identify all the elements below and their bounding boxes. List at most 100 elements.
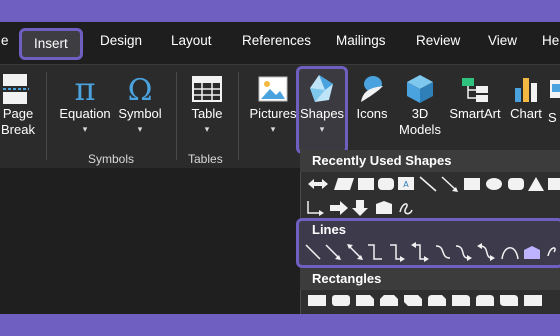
page-break-label-1: Page: [2, 106, 34, 121]
page-break-label-2: Break: [1, 122, 35, 137]
image-icon: [258, 76, 288, 102]
curved-connector-shape[interactable]: [435, 245, 451, 259]
top-frame-border: [0, 0, 560, 22]
line-arrow-shape[interactable]: [441, 176, 458, 192]
tab-home-partial[interactable]: e: [1, 31, 9, 51]
snip-diagonal-corner-rectangle-shape[interactable]: [404, 295, 422, 306]
line-shape[interactable]: [419, 176, 437, 192]
triangle-shape[interactable]: [528, 177, 544, 191]
rounded-rectangle-shape[interactable]: [332, 295, 350, 306]
tab-layout[interactable]: Layout: [171, 31, 212, 51]
round-same-side-corner-rectangle-shape[interactable]: [476, 295, 494, 306]
symbol-label: Symbol: [118, 106, 162, 121]
recent-shapes-row-2: [307, 200, 413, 216]
group-divider: [46, 72, 47, 160]
line-arrow-shape[interactable]: [325, 244, 341, 260]
parallelogram-shape[interactable]: [334, 178, 354, 190]
chevron-down-icon: ▾: [82, 124, 88, 134]
icons-button[interactable]: Icons: [350, 72, 394, 122]
down-arrow-shape[interactable]: [352, 200, 368, 216]
scribble-shape[interactable]: [547, 247, 556, 257]
text-box-shape[interactable]: A: [398, 177, 414, 190]
folded-corner-shape[interactable]: [376, 201, 392, 214]
icons-label: Icons: [356, 106, 388, 121]
tab-references[interactable]: References: [242, 31, 311, 51]
rectangles-row: [308, 295, 542, 306]
curved-double-arrow-connector-shape[interactable]: [477, 243, 495, 261]
arrow-shape[interactable]: [308, 179, 328, 189]
chart-button[interactable]: Chart: [506, 72, 546, 122]
group-divider: [176, 72, 177, 160]
pi-icon: π: [74, 72, 95, 106]
oval-shape[interactable]: [486, 178, 502, 190]
shapes-label: Shapes: [299, 106, 345, 121]
lines-header: Lines: [312, 222, 346, 237]
models-label-2: Models: [399, 122, 441, 137]
shapes-icon: [310, 75, 333, 102]
pictures-label: Pictures: [249, 106, 297, 121]
symbol-button[interactable]: Ω Symbol ▾: [115, 72, 165, 134]
rounded-rectangle-shape[interactable]: [378, 178, 394, 190]
curve-shape[interactable]: [501, 247, 519, 260]
svg-text:π: π: [74, 72, 95, 106]
tab-help-partial[interactable]: He: [542, 31, 559, 51]
tab-mailings[interactable]: Mailings: [336, 31, 386, 51]
curved-arrow-connector-shape[interactable]: [455, 245, 472, 261]
scribble-shape[interactable]: [399, 203, 413, 215]
pictures-button[interactable]: Pictures ▾: [246, 72, 300, 134]
page-break-button[interactable]: Page Break: [0, 72, 36, 138]
round-single-corner-rectangle-shape[interactable]: [452, 295, 470, 306]
plaque-shape[interactable]: [524, 295, 542, 306]
double-arrow-line-shape[interactable]: [347, 244, 363, 260]
lines-row: [305, 242, 556, 262]
bar-chart-icon: [515, 78, 537, 102]
svg-text:Ω: Ω: [128, 73, 153, 106]
rounded-rectangle-shape[interactable]: [508, 178, 524, 190]
screenshot-icon: [550, 80, 560, 98]
models-label-1: 3D: [411, 106, 429, 121]
recently-used-header: Recently Used Shapes: [300, 150, 560, 172]
screenshot-label-partial: S: [548, 110, 557, 125]
smartart-icon: [462, 78, 488, 102]
svg-text:A: A: [403, 180, 409, 189]
rectangles-header: Rectangles: [300, 268, 560, 290]
chevron-down-icon: ▾: [137, 124, 143, 134]
elbow-connector-shape[interactable]: [307, 201, 324, 216]
equation-label: Equation: [59, 106, 111, 121]
tab-view[interactable]: View: [488, 31, 517, 51]
group-divider: [238, 72, 239, 160]
snip-same-side-corner-rectangle-shape[interactable]: [380, 295, 398, 306]
elbow-double-arrow-connector-shape[interactable]: [411, 242, 429, 262]
right-arrow-shape[interactable]: [330, 201, 348, 215]
3d-models-button[interactable]: 3D Models: [394, 72, 446, 138]
round-diagonal-corner-rectangle-shape[interactable]: [500, 295, 518, 306]
bottom-frame-border: [0, 314, 560, 336]
smartart-button[interactable]: SmartArt: [446, 72, 504, 122]
elbow-connector-shape[interactable]: [368, 244, 382, 260]
square-shape[interactable]: [548, 178, 560, 190]
elbow-arrow-connector-shape[interactable]: [390, 244, 405, 262]
chart-label: Chart: [510, 106, 542, 121]
omega-icon: Ω: [128, 73, 153, 106]
smartart-label: SmartArt: [449, 106, 501, 121]
cube-icon: [407, 75, 433, 103]
chevron-down-icon: ▾: [319, 124, 325, 134]
screenshot-button-partial[interactable]: S: [548, 72, 560, 126]
rectangle-shape[interactable]: [358, 178, 374, 190]
tables-group-label: Tables: [188, 152, 223, 166]
shapes-button[interactable]: Shapes ▾: [298, 72, 346, 134]
rectangle-shape[interactable]: [308, 295, 326, 306]
snip-single-corner-rectangle-shape[interactable]: [356, 295, 374, 306]
chevron-down-icon: ▾: [270, 124, 276, 134]
table-button[interactable]: Table ▾: [184, 72, 230, 134]
tab-review[interactable]: Review: [416, 31, 460, 51]
equation-button[interactable]: π Equation ▾: [55, 72, 115, 134]
line-shape[interactable]: [305, 244, 321, 260]
document-area: [0, 168, 300, 314]
tab-design[interactable]: Design: [100, 31, 142, 51]
rectangle-shape[interactable]: [464, 178, 480, 190]
freeform-shape[interactable]: [524, 246, 540, 259]
ribbon-tab-bar: e Insert Design Layout References Mailin…: [0, 22, 560, 64]
tab-insert[interactable]: Insert: [19, 28, 83, 60]
snip-and-round-rectangle-shape[interactable]: [428, 295, 446, 306]
